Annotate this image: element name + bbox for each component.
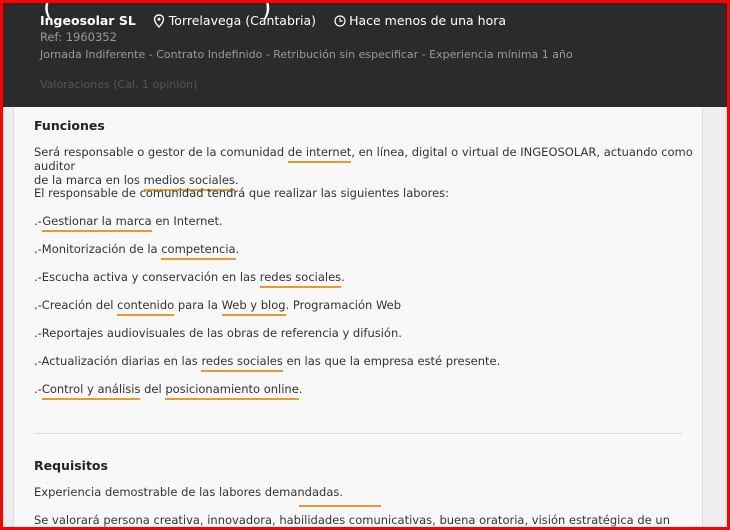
funciones-intro: Será responsable o gestor de la comunida… bbox=[34, 145, 694, 187]
link-medios-sociales[interactable]: medios sociales bbox=[144, 173, 235, 187]
labores-intro: El responsable de comunidad tendrá que r… bbox=[34, 186, 694, 200]
requisitos-line-1: Experiencia demostrable de las labores d… bbox=[34, 485, 694, 499]
location: Torrelavega (Cantabria) bbox=[153, 13, 316, 28]
list-item: .-Gestionar la marca en Internet. bbox=[34, 214, 694, 228]
section-heading-funciones: Funciones bbox=[34, 118, 694, 133]
item-text: . bbox=[298, 382, 303, 396]
item-text: .-Actualización diarias en las bbox=[34, 354, 202, 368]
list-item: .-Escucha activa y conservación en las r… bbox=[34, 270, 694, 284]
link-control-analisis[interactable]: Control y análisis bbox=[42, 382, 141, 396]
posted-time-text: Hace menos de una hora bbox=[349, 13, 507, 28]
item-text: .-Reportajes audiovisuales de las obras … bbox=[34, 326, 402, 340]
item-text: . Programación Web bbox=[285, 298, 402, 312]
intro-text: Será responsable o gestor de la comunida… bbox=[34, 145, 288, 159]
funciones-title: Funciones bbox=[34, 118, 105, 133]
clock-icon bbox=[334, 14, 346, 27]
job-reference: Ref: 1960352 bbox=[40, 30, 117, 44]
posted-time: Hace menos de una hora bbox=[334, 13, 506, 28]
list-item: .-Actualización diarias en las redes soc… bbox=[34, 354, 694, 368]
link-posicionamiento-online[interactable]: posicionamiento online bbox=[165, 382, 298, 396]
item-text: .- bbox=[34, 382, 42, 396]
requisitos-text: Se valorará persona creativa, innovadora… bbox=[34, 513, 670, 527]
location-pin-icon bbox=[153, 13, 164, 28]
item-text: del bbox=[140, 382, 166, 396]
requisitos-title: Requisitos bbox=[34, 458, 108, 473]
list-item: .-Monitorización de la competencia. bbox=[34, 242, 694, 256]
job-details: Jornada Indiferente - Contrato Indefinid… bbox=[40, 48, 573, 61]
link-contenido[interactable]: contenido bbox=[117, 298, 174, 312]
location-text: Torrelavega (Cantabria) bbox=[168, 13, 317, 28]
link-gestionar-marca[interactable]: Gestionar la marca bbox=[42, 214, 151, 228]
item-text: para la bbox=[174, 298, 222, 312]
list-item: .-Reportajes audiovisuales de las obras … bbox=[34, 326, 694, 340]
item-text: .- bbox=[34, 214, 43, 228]
item-text: en Internet. bbox=[151, 214, 223, 228]
item-text: .-Escucha activa y conservación en las bbox=[34, 270, 260, 284]
link-underline bbox=[299, 505, 381, 507]
requisitos-line-2: Se valorará persona creativa, innovadora… bbox=[34, 513, 694, 527]
intro-text: de la marca en los bbox=[34, 173, 144, 187]
company-name[interactable]: Ingeosolar SL bbox=[40, 13, 136, 28]
item-text: . bbox=[341, 270, 345, 284]
requisitos-text: Experiencia demostrable de las labores d… bbox=[34, 485, 344, 499]
link-competencia[interactable]: competencia bbox=[161, 242, 235, 256]
link-web-blog[interactable]: Web y blog bbox=[222, 298, 286, 312]
link-redes-sociales[interactable]: redes sociales bbox=[260, 270, 341, 284]
list-item: .-Creación del contenido para la Web y b… bbox=[34, 298, 694, 312]
list-item: .-Control y análisis del posicionamiento… bbox=[34, 382, 694, 396]
item-text: . bbox=[235, 242, 240, 256]
link-redes-sociales[interactable]: redes sociales bbox=[201, 354, 282, 368]
item-text: .-Monitorización de la bbox=[34, 242, 162, 256]
item-text: .-Creación del bbox=[34, 298, 118, 312]
labores-text: El responsable de comunidad tendrá que r… bbox=[34, 186, 450, 200]
job-description-card: Funciones Será responsable o gestor de l… bbox=[13, 107, 703, 527]
screenshot-frame: ( ) Ingeosolar SL Torrelavega (Cantabria… bbox=[0, 0, 730, 530]
link-de-internet[interactable]: de internet bbox=[288, 145, 352, 159]
section-heading-requisitos: Requisitos bbox=[34, 458, 694, 473]
faded-ratings-text: Valoraciones (Cal. 1 opinión) bbox=[40, 78, 198, 91]
intro-text: . bbox=[234, 173, 239, 187]
section-divider bbox=[34, 433, 682, 434]
job-header: ( ) Ingeosolar SL Torrelavega (Cantabria… bbox=[3, 3, 727, 107]
job-meta-row: Ingeosolar SL Torrelavega (Cantabria) Ha… bbox=[40, 13, 506, 28]
item-text: en las que la empresa esté presente. bbox=[282, 354, 501, 368]
